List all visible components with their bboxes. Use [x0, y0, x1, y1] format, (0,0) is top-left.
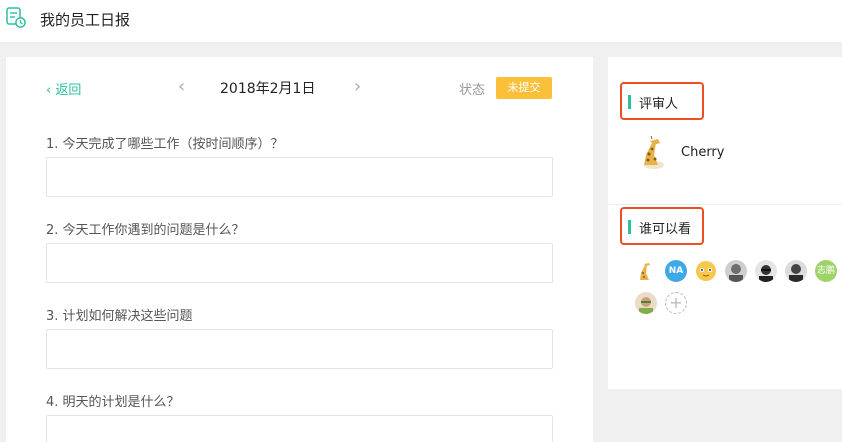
question-label: 2. 今天工作你遇到的问题是什么？ — [46, 223, 245, 238]
viewers-heading: 谁可以看 — [639, 222, 692, 237]
answer-field[interactable] — [46, 329, 553, 369]
answer-field[interactable] — [46, 415, 553, 442]
answer-field[interactable] — [46, 157, 553, 197]
daily-report-icon — [6, 7, 26, 28]
sidebar-panel: 评审人 Cherry 谁可以看 NA 志鹏 + — [608, 57, 842, 389]
section-divider — [608, 204, 842, 205]
current-date: 2018年2月1日 — [220, 81, 316, 97]
previous-date-button[interactable]: ‹ — [178, 77, 185, 97]
viewer-avatar: 志鹏 — [815, 260, 837, 282]
question-label: 1. 今天完成了哪些工作（按时间顺序）？ — [46, 137, 284, 152]
add-viewer-button[interactable]: + — [665, 292, 687, 314]
status-badge: 未提交 — [496, 77, 552, 99]
viewers-section-heading: 谁可以看 — [620, 207, 704, 245]
photo-avatar — [755, 260, 777, 282]
photo-avatar — [725, 260, 747, 282]
report-form-panel: ‹ 返回 ‹ 2018年2月1日 › 状态 未提交 1. 今天完成了哪些工作（按… — [6, 57, 593, 442]
top-bar: 我的员工日报 — [0, 0, 842, 42]
photo-avatar — [635, 292, 657, 314]
next-date-button[interactable]: › — [354, 77, 361, 97]
reviewer-heading: 评审人 — [639, 97, 679, 112]
photo-avatar — [785, 260, 807, 282]
reviewer-section-heading: 评审人 — [620, 82, 704, 120]
viewer-avatar: NA — [665, 260, 687, 282]
page-title: 我的员工日报 — [40, 11, 131, 29]
cartoon-avatar — [696, 261, 716, 281]
question-label: 4. 明天的计划是什么？ — [46, 395, 180, 410]
status-label: 状态 — [459, 83, 486, 98]
accent-bar — [628, 220, 631, 234]
answer-field[interactable] — [46, 243, 553, 283]
accent-bar — [628, 95, 631, 109]
reviewer-name: Cherry — [681, 145, 725, 160]
giraffe-avatar — [644, 135, 664, 169]
giraffe-avatar — [640, 263, 650, 280]
question-label: 3. 计划如何解决这些问题 — [46, 309, 193, 324]
